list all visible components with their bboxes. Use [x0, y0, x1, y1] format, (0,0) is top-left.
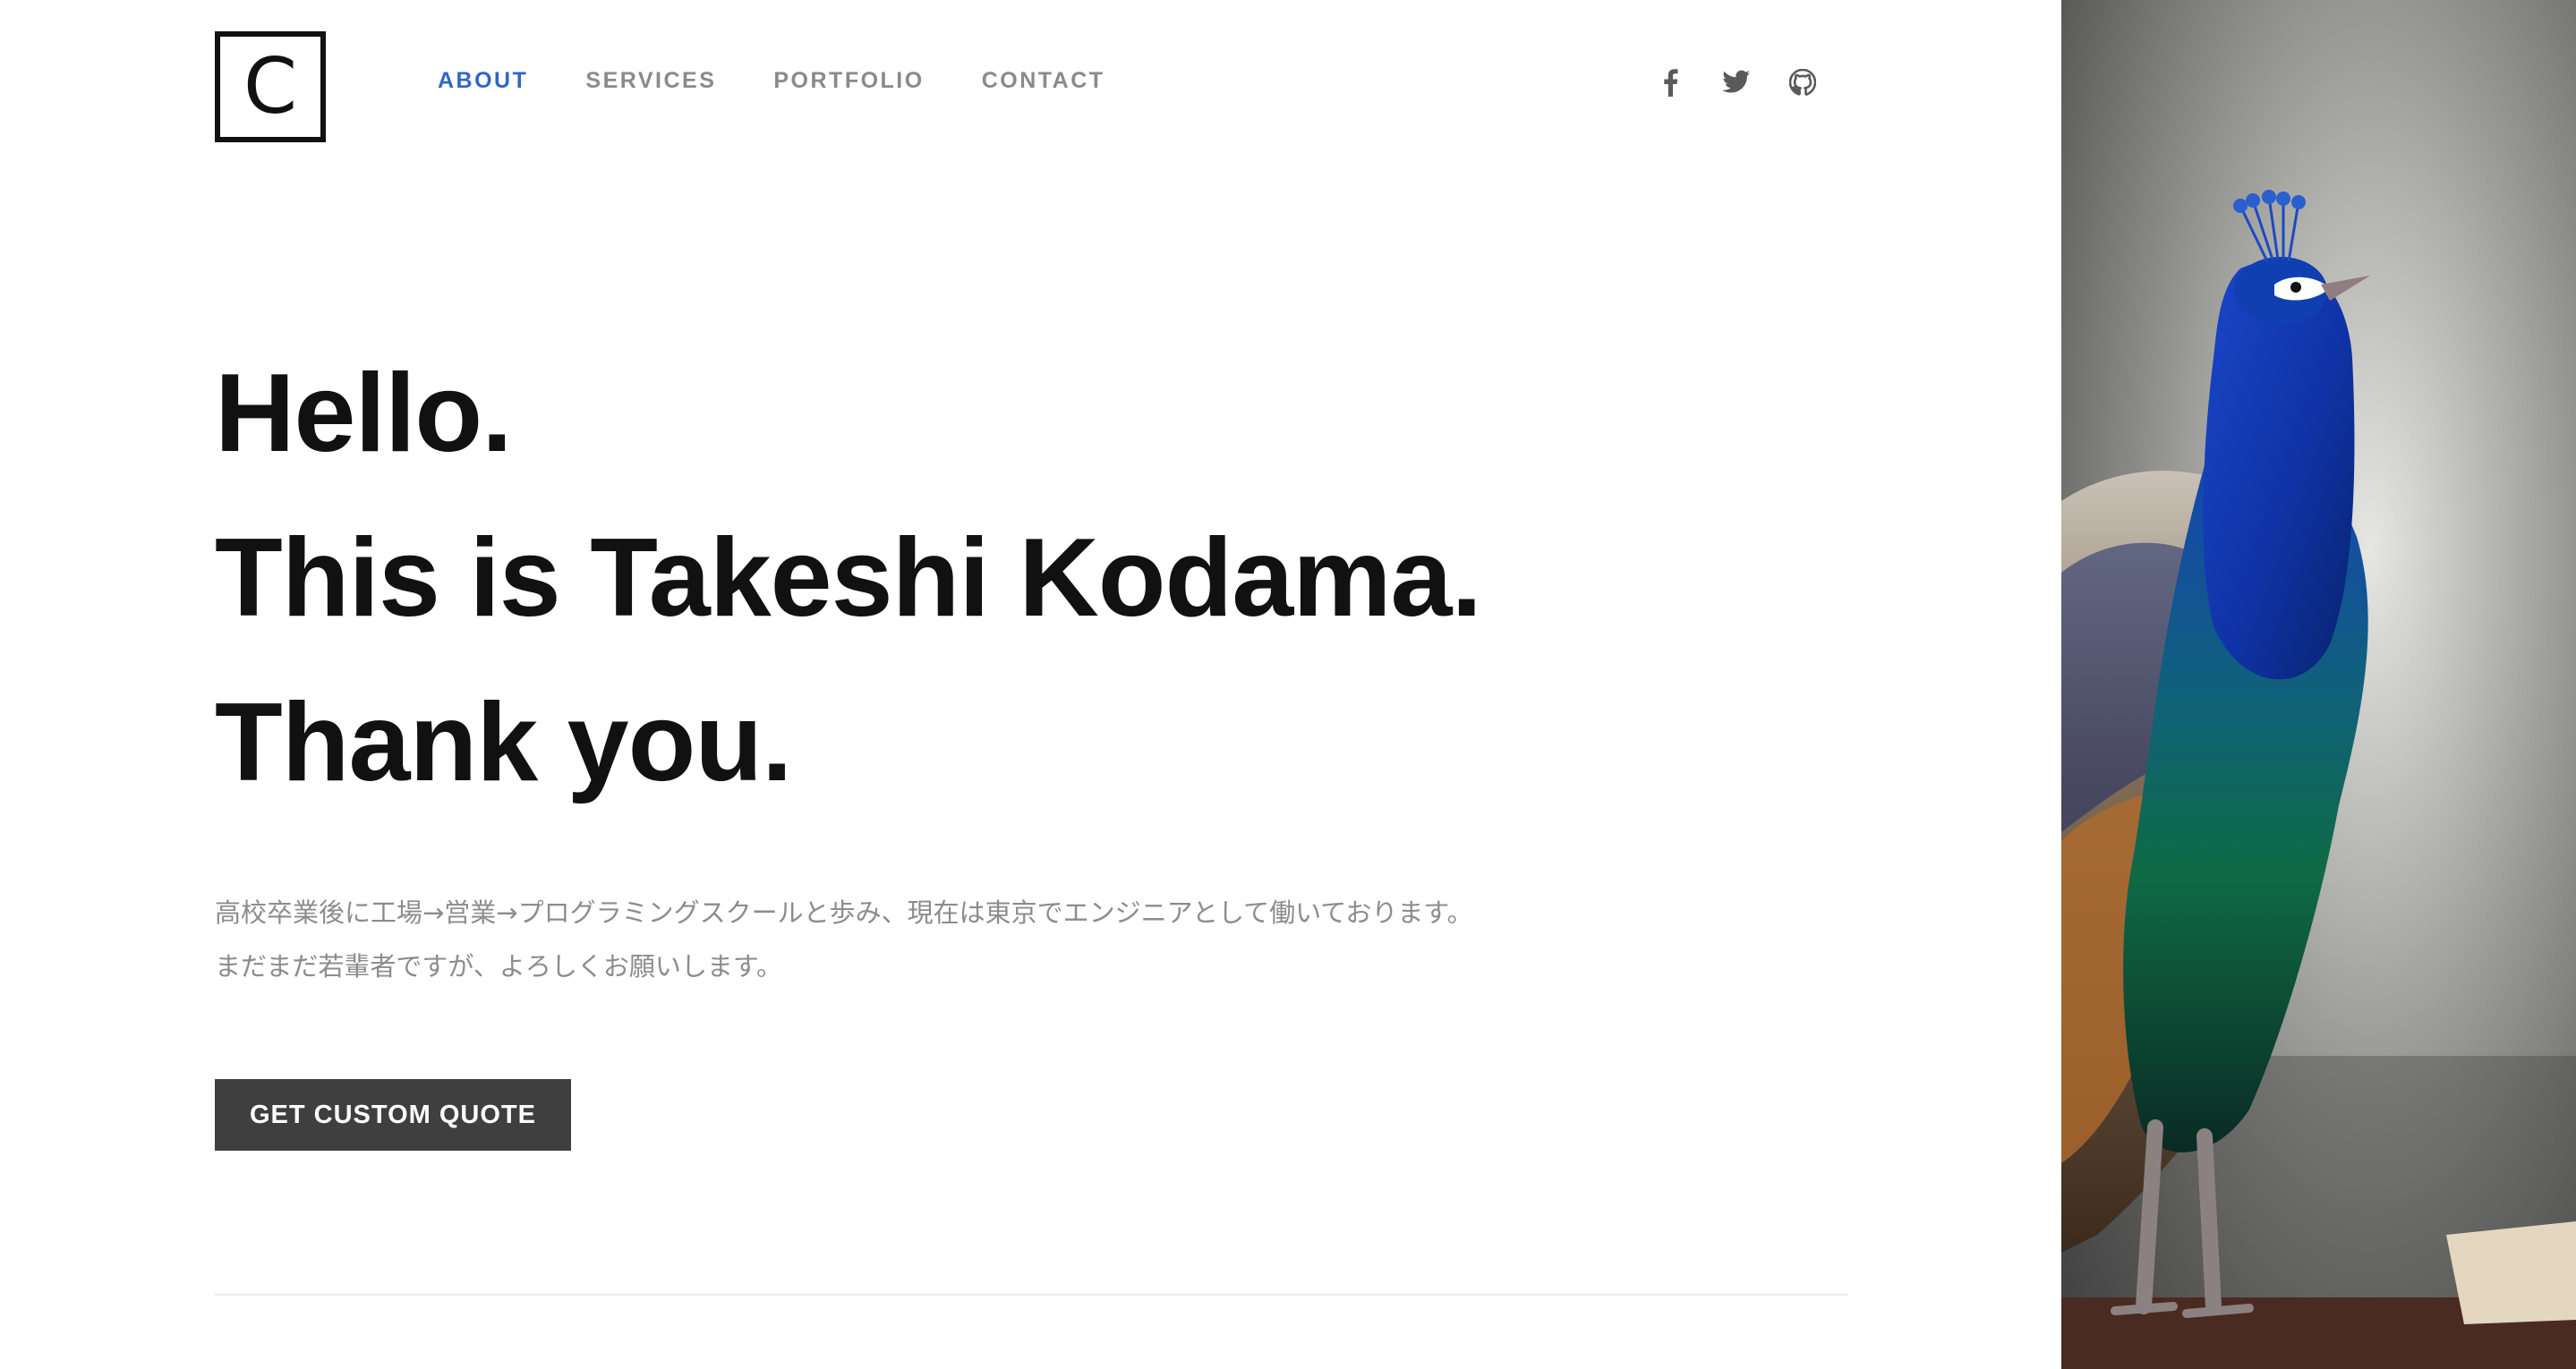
- page: C ABOUT SERVICES PORTFOLIO CONTACT Hello…: [0, 0, 2576, 1369]
- nav-item-portfolio[interactable]: PORTFOLIO: [773, 70, 924, 92]
- hero-line-1: Hello.: [215, 352, 513, 475]
- nav-item-services[interactable]: SERVICES: [585, 70, 716, 92]
- social-links: [1656, 68, 1817, 97]
- facebook-icon[interactable]: [1656, 68, 1685, 97]
- twitter-icon[interactable]: [1722, 68, 1751, 97]
- logo-letter: C: [243, 42, 298, 132]
- get-custom-quote-button[interactable]: GET CUSTOM QUOTE: [215, 1079, 571, 1151]
- nav-item-about[interactable]: ABOUT: [438, 70, 528, 92]
- hero-heading: Hello. This is Takeshi Kodama. Thank you…: [215, 331, 1826, 825]
- content-pane: C ABOUT SERVICES PORTFOLIO CONTACT Hello…: [0, 0, 2061, 1369]
- hero-line-3: Thank you.: [215, 681, 793, 804]
- site-logo[interactable]: C: [215, 31, 326, 142]
- section-divider: [215, 1294, 1847, 1296]
- github-icon[interactable]: [1788, 68, 1817, 97]
- main-nav: ABOUT SERVICES PORTFOLIO CONTACT: [438, 70, 1105, 92]
- hero-line-2: This is Takeshi Kodama.: [215, 516, 1482, 640]
- intro-text: 高校卒業後に工場→営業→プログラミングスクールと歩み、現在は東京でエンジニアとし…: [215, 897, 1473, 982]
- nav-item-contact[interactable]: CONTACT: [982, 70, 1105, 92]
- hero-title: Hello. This is Takeshi Kodama. Thank you…: [215, 331, 1826, 825]
- peacock-photo: [2061, 0, 2576, 1369]
- hero-image: [2061, 0, 2576, 1369]
